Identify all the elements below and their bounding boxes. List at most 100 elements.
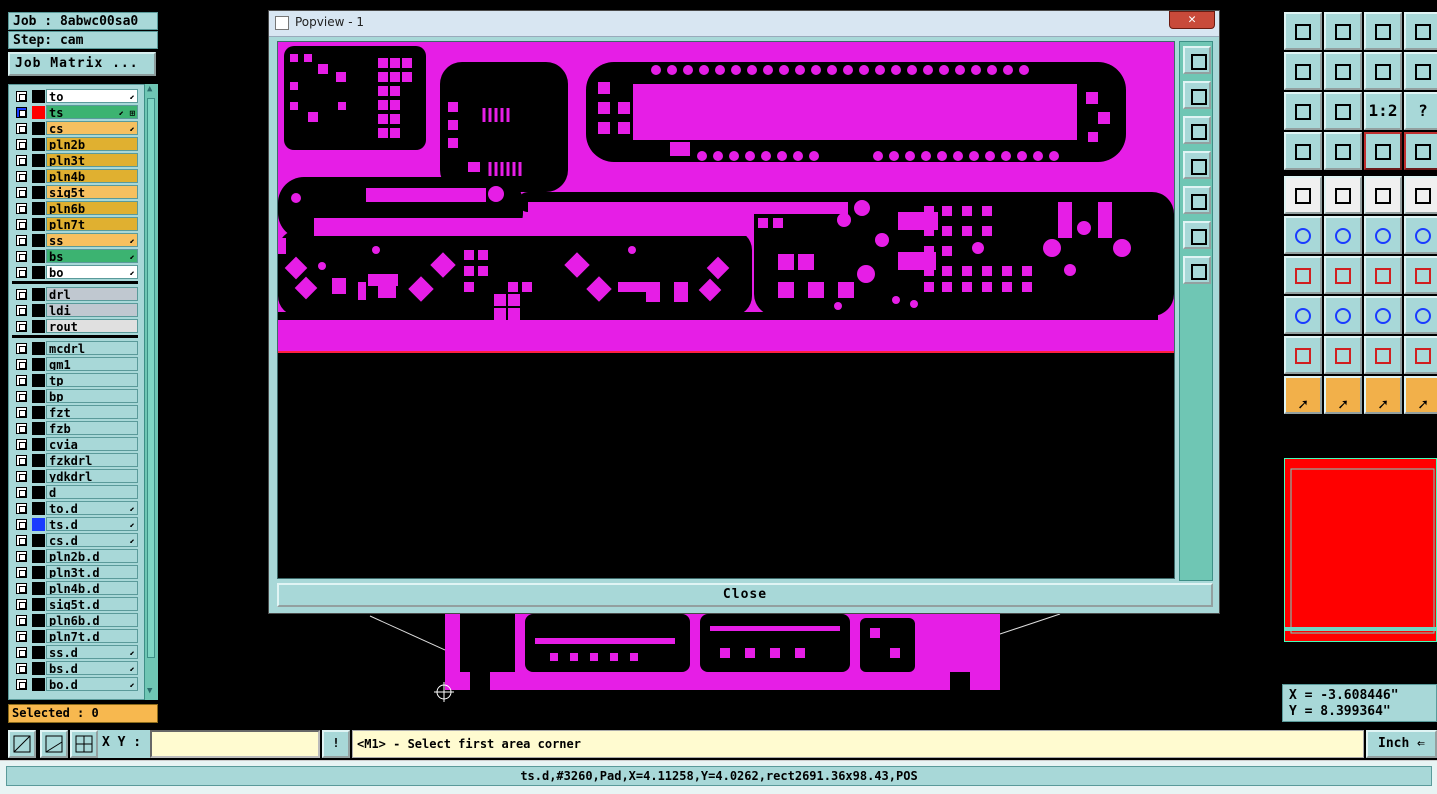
layer-name[interactable]: fzkdrl <box>46 453 138 467</box>
layer-color-swatch[interactable] <box>32 646 45 659</box>
layer-name[interactable]: ts ⬋ ⊞ <box>46 105 138 119</box>
scroll-up-arrow-icon[interactable]: ▲ <box>147 84 157 94</box>
layer-visibility-checkbox[interactable] <box>16 343 27 354</box>
snake-tool-button[interactable] <box>1404 52 1437 90</box>
layer-visibility-checkbox[interactable] <box>16 203 27 214</box>
layer-row-drl[interactable]: drl <box>12 287 138 302</box>
layer-visibility-checkbox[interactable] <box>16 519 27 530</box>
pan-up-icon[interactable] <box>1183 81 1211 109</box>
route-step-tool-button[interactable]: ➚ <box>1404 376 1437 414</box>
layer-name[interactable]: pln7t.d <box>46 629 138 643</box>
layer-color-swatch[interactable] <box>32 90 45 103</box>
layer-color-swatch[interactable] <box>32 390 45 403</box>
layer-visibility-checkbox[interactable] <box>16 289 27 300</box>
slope-line-tool-button[interactable] <box>1324 256 1362 294</box>
layer-name[interactable]: sig5t <box>46 185 138 199</box>
layer-name[interactable]: pln2b <box>46 137 138 151</box>
layer-row-tp[interactable]: tp <box>12 373 138 388</box>
layer-row-ts-d[interactable]: ts.d ⬋ <box>12 517 138 532</box>
layer-name[interactable]: gm1 <box>46 357 138 371</box>
layer-name[interactable]: ss ⬋ <box>46 233 138 247</box>
layer-down-tool-button[interactable] <box>1324 12 1362 50</box>
grid-mode-button[interactable] <box>70 730 98 758</box>
layer-name[interactable]: pln7t <box>46 217 138 231</box>
layer-row-fzb[interactable]: fzb <box>12 421 138 436</box>
layer-row-cs-d[interactable]: cs.d ⬋ <box>12 533 138 548</box>
layer-up-tool-button[interactable] <box>1284 12 1322 50</box>
pointer-box-tool-button[interactable]: ➚ <box>1324 376 1362 414</box>
layer-visibility-checkbox[interactable] <box>16 535 27 546</box>
layer-color-swatch[interactable] <box>32 202 45 215</box>
pan-left-icon[interactable] <box>1183 151 1211 179</box>
layer-row-pln2b-d[interactable]: pln2b.d <box>12 549 138 564</box>
arch-up-tool-button[interactable] <box>1404 336 1437 374</box>
layer-visibility-checkbox[interactable] <box>16 375 27 386</box>
popview-titlebar[interactable]: Popview - 1 ✕ <box>269 11 1219 37</box>
layer-name[interactable]: pln4b <box>46 169 138 183</box>
triangle-edit-tool-button[interactable] <box>1324 336 1362 374</box>
layer-row-to[interactable]: to ⬋ <box>12 89 138 104</box>
layer-visibility-checkbox[interactable] <box>16 599 27 610</box>
layer-color-swatch[interactable] <box>32 320 45 333</box>
pan-down-icon[interactable] <box>1183 116 1211 144</box>
angle-mode-button[interactable] <box>40 730 68 758</box>
layer-name[interactable]: bp <box>46 389 138 403</box>
layer-row-sig5t[interactable]: sig5t <box>12 185 138 200</box>
layer-name[interactable]: pln6b.d <box>46 613 138 627</box>
layer-visibility-checkbox[interactable] <box>16 123 27 134</box>
layer-color-swatch[interactable] <box>32 154 45 167</box>
layer-visibility-checkbox[interactable] <box>16 551 27 562</box>
layer-name[interactable]: fzt <box>46 405 138 419</box>
layer-name[interactable]: d <box>46 485 138 499</box>
layer-color-swatch[interactable] <box>32 502 45 515</box>
add-vertex-tool-button[interactable] <box>1364 216 1402 254</box>
pan-right-tool-button[interactable] <box>1324 52 1362 90</box>
select-box-tool-button[interactable] <box>1324 176 1362 214</box>
layer-color-swatch[interactable] <box>32 170 45 183</box>
drill-point-tool-button[interactable] <box>1284 176 1322 214</box>
cluster-select-tool-button[interactable] <box>1404 296 1437 334</box>
scroll-down-arrow-icon[interactable]: ▼ <box>147 686 157 696</box>
layer-row-pln7t[interactable]: pln7t <box>12 217 138 232</box>
layer-visibility-checkbox[interactable] <box>16 359 27 370</box>
layer-visibility-checkbox[interactable] <box>16 251 27 262</box>
arch-edit-tool-button[interactable] <box>1364 336 1402 374</box>
unit-selector[interactable]: Inch ⇐ <box>1366 730 1437 758</box>
layer-name[interactable]: to ⬋ <box>46 89 138 103</box>
layer-color-swatch[interactable] <box>32 582 45 595</box>
layer-color-swatch[interactable] <box>32 342 45 355</box>
layer-color-swatch[interactable] <box>32 374 45 387</box>
net-connect-tool-button[interactable] <box>1364 132 1402 170</box>
zoom-out-icon[interactable] <box>1183 256 1211 284</box>
layer-visibility-checkbox[interactable] <box>16 91 27 102</box>
layer-name[interactable]: pln2b.d <box>46 549 138 563</box>
layer-color-swatch[interactable] <box>32 288 45 301</box>
layer-color-swatch[interactable] <box>32 266 45 279</box>
home-tool-button[interactable] <box>1364 12 1402 50</box>
layer-visibility-checkbox[interactable] <box>16 305 27 316</box>
net-compare-tool-button[interactable] <box>1404 132 1437 170</box>
board-preview[interactable] <box>1284 458 1437 642</box>
measure-probe-tool-button[interactable] <box>1284 132 1322 170</box>
zoom-fit-icon[interactable] <box>1183 46 1211 74</box>
layer-color-swatch[interactable] <box>32 250 45 263</box>
layer-color-swatch[interactable] <box>32 566 45 579</box>
layer-visibility-checkbox[interactable] <box>16 423 27 434</box>
layer-visibility-checkbox[interactable] <box>16 267 27 278</box>
layer-name[interactable]: tp <box>46 373 138 387</box>
layer-color-swatch[interactable] <box>32 186 45 199</box>
layer-visibility-checkbox[interactable] <box>16 107 27 118</box>
layer-row-cs[interactable]: cs ⬋ <box>12 121 138 136</box>
layer-color-swatch[interactable] <box>32 518 45 531</box>
--tool-button[interactable]: ? <box>1404 92 1437 130</box>
layer-name[interactable]: pln3t.d <box>46 565 138 579</box>
layer-row-ldi[interactable]: ldi <box>12 303 138 318</box>
layer-row-to-d[interactable]: to.d ⬋ <box>12 501 138 516</box>
node-cross-tool-button[interactable] <box>1324 216 1362 254</box>
layer-visibility-checkbox[interactable] <box>16 567 27 578</box>
layer-name[interactable]: bo ⬋ <box>46 265 138 279</box>
layer-color-swatch[interactable] <box>32 614 45 627</box>
layer-color-swatch[interactable] <box>32 630 45 643</box>
ruler-tool-button[interactable] <box>1364 176 1402 214</box>
layer-color-swatch[interactable] <box>32 122 45 135</box>
